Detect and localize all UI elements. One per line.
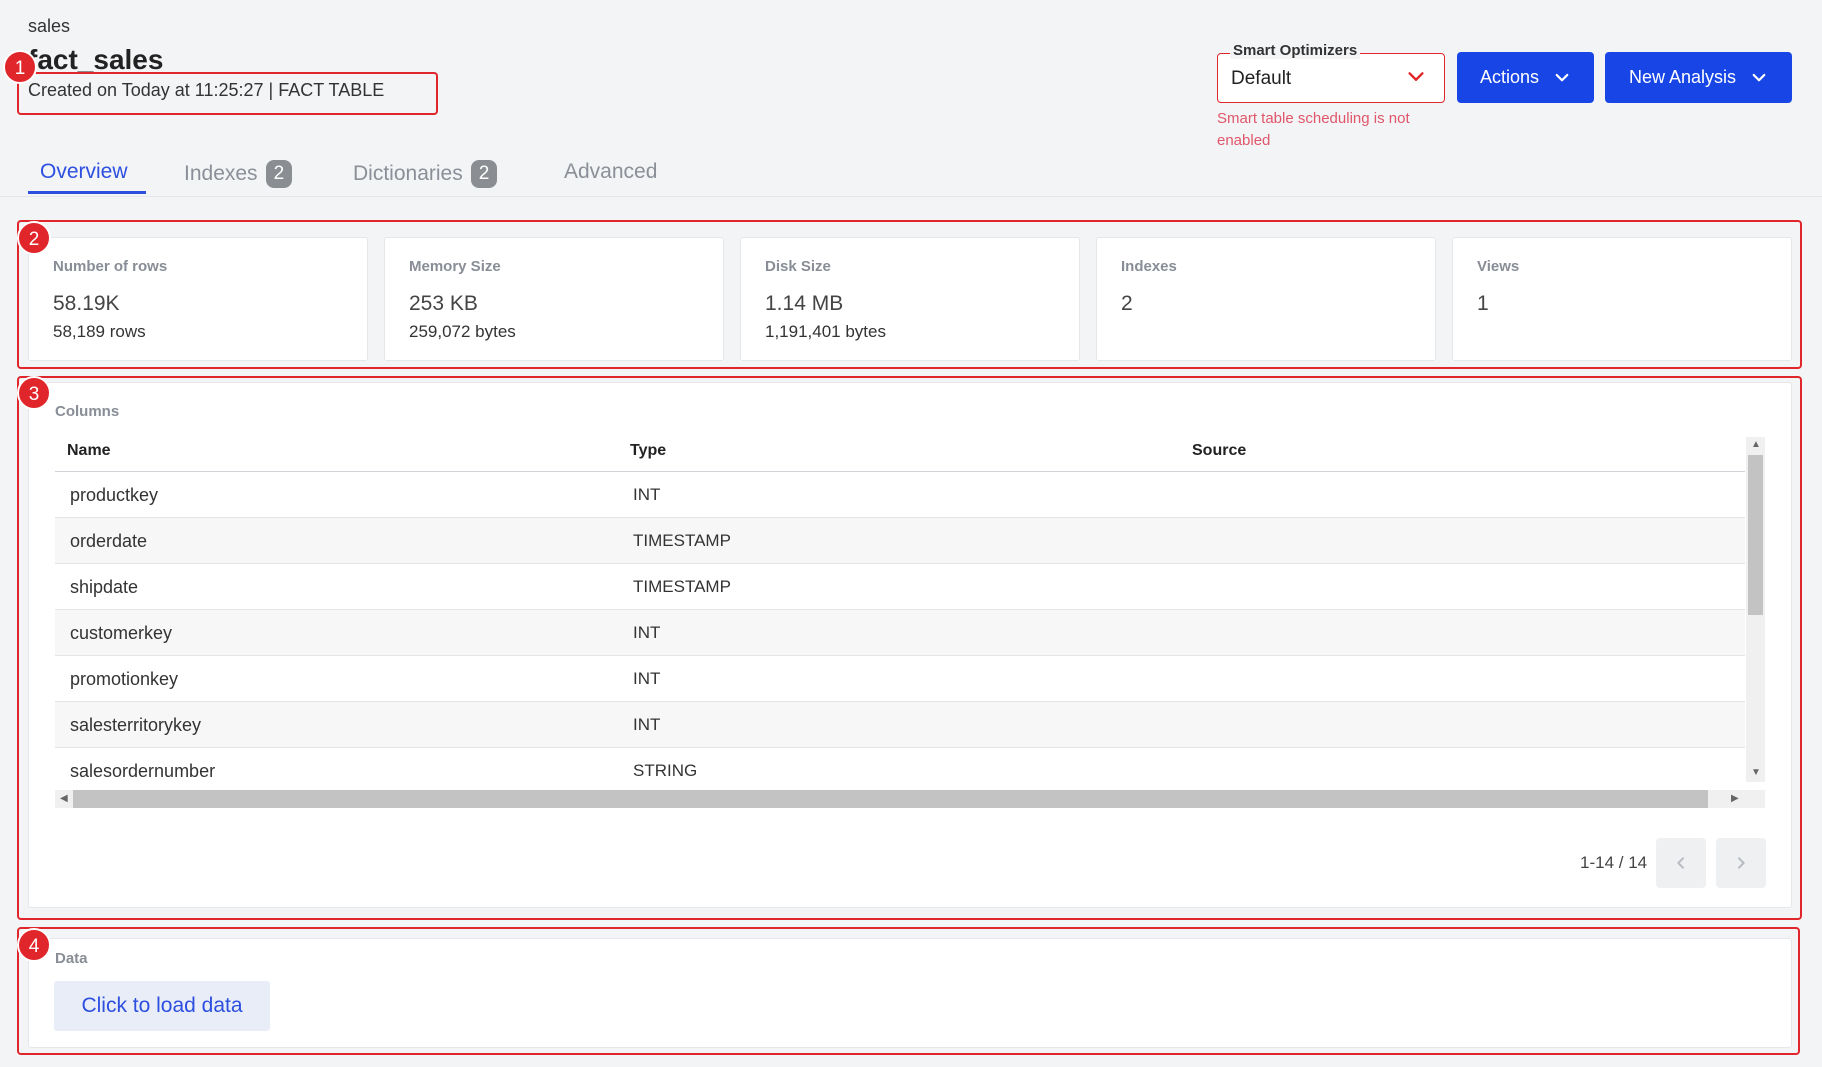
- table-row[interactable]: salesordernumber STRING: [55, 748, 1745, 790]
- column-name-cell: promotionkey: [70, 669, 179, 689]
- stat-value: 58.19K: [53, 292, 120, 315]
- chevron-right-icon: [1738, 857, 1745, 869]
- stat-card-memory: Memory Size 253 KB 259,072 bytes: [384, 237, 724, 361]
- smart-optimizer-value[interactable]: Default: [1231, 68, 1291, 90]
- column-type-cell: INT: [633, 669, 661, 688]
- data-panel: [28, 938, 1792, 1048]
- annotation-marker: 1: [3, 50, 37, 84]
- column-name-cell: productkey: [70, 485, 159, 505]
- tab-dictionaries[interactable]: Dictionaries 2: [353, 160, 498, 188]
- stat-card-disk: Disk Size 1.14 MB 1,191,401 bytes: [740, 237, 1080, 361]
- load-data-button[interactable]: Click to load data: [54, 981, 270, 1031]
- stat-subvalue: 58,189 rows: [53, 322, 146, 341]
- table-row[interactable]: customerkey INT: [55, 610, 1745, 656]
- column-name-cell: salesordernumber: [70, 761, 216, 781]
- column-type-cell: TIMESTAMP: [633, 531, 731, 550]
- tab-label: Overview: [40, 160, 128, 183]
- stat-label: Indexes: [1121, 258, 1177, 275]
- column-header-type[interactable]: Type: [630, 442, 666, 460]
- column-type-cell: INT: [633, 485, 661, 504]
- previous-page-button[interactable]: [1656, 838, 1706, 888]
- next-page-button[interactable]: [1716, 838, 1766, 888]
- count-badge: 2: [265, 160, 293, 188]
- table-row[interactable]: promotionkey INT: [55, 656, 1745, 702]
- horizontal-scroll-thumb[interactable]: [73, 790, 1708, 808]
- stat-card-rows: Number of rows 58.19K 58,189 rows: [28, 237, 368, 361]
- pagination-info: 1-14 / 14: [1580, 853, 1648, 872]
- tab-label: Indexes: [184, 162, 258, 185]
- new-analysis-button-label: New Analysis: [1628, 67, 1737, 87]
- stat-value: 2: [1121, 292, 1133, 315]
- columns-section-title: Columns: [55, 403, 120, 420]
- column-type-cell: INT: [633, 715, 661, 734]
- chevron-down-icon: [1752, 73, 1766, 81]
- annotation-marker: 2: [17, 221, 51, 255]
- scroll-up-icon[interactable]: ▲: [1751, 439, 1761, 450]
- new-analysis-button[interactable]: New Analysis: [1605, 52, 1792, 103]
- stat-card-indexes: Indexes 2: [1096, 237, 1436, 361]
- tab-overview[interactable]: Overview: [40, 160, 128, 184]
- vertical-scroll-thumb[interactable]: [1748, 455, 1763, 615]
- column-type-cell: STRING: [633, 761, 698, 780]
- data-section-title: Data: [55, 950, 88, 967]
- stat-subvalue: 259,072 bytes: [409, 322, 516, 341]
- actions-button-label: Actions: [1479, 67, 1540, 87]
- column-name-cell: orderdate: [70, 531, 148, 551]
- actions-button[interactable]: Actions: [1457, 52, 1594, 103]
- horizontal-scrollbar[interactable]: ◀ ▶: [55, 790, 1765, 808]
- table-row[interactable]: productkey INT: [55, 472, 1745, 518]
- chevron-left-icon: [1677, 857, 1684, 869]
- tab-advanced[interactable]: Advanced: [564, 160, 657, 184]
- table-row[interactable]: salesterritorykey INT: [55, 702, 1745, 748]
- scroll-down-icon[interactable]: ▼: [1751, 767, 1761, 778]
- page-title: fact_sales: [28, 44, 164, 75]
- chevron-down-icon[interactable]: [1405, 66, 1427, 88]
- column-header-name[interactable]: Name: [67, 442, 111, 460]
- stat-value: 253 KB: [409, 292, 478, 315]
- column-header-source[interactable]: Source: [1192, 442, 1246, 460]
- stat-label: Memory Size: [409, 258, 501, 275]
- tabs-divider: [0, 196, 1822, 197]
- column-type-cell: TIMESTAMP: [633, 577, 731, 596]
- tab-label: Advanced: [564, 160, 658, 183]
- column-name-cell: salesterritorykey: [70, 715, 202, 735]
- count-badge: 2: [470, 160, 498, 188]
- column-name-cell: shipdate: [70, 577, 139, 597]
- table-row[interactable]: orderdate TIMESTAMP: [55, 518, 1745, 564]
- stat-value: 1: [1477, 292, 1489, 315]
- tab-label: Dictionaries: [353, 162, 463, 185]
- smart-optimizer-help: Smart table scheduling is not enabled: [1217, 110, 1410, 149]
- table-row[interactable]: shipdate TIMESTAMP: [55, 564, 1745, 610]
- scroll-right-icon[interactable]: ▶: [1731, 793, 1739, 804]
- vertical-scrollbar[interactable]: ▲ ▼: [1746, 437, 1765, 782]
- database-name: sales: [28, 16, 71, 36]
- scroll-left-icon[interactable]: ◀: [60, 793, 68, 804]
- column-name-cell: customerkey: [70, 623, 173, 643]
- stat-label: Number of rows: [53, 258, 168, 275]
- stat-value: 1.14 MB: [765, 292, 844, 315]
- stat-label: Views: [1477, 258, 1520, 275]
- stat-label: Disk Size: [765, 258, 831, 275]
- active-tab-indicator: [28, 191, 146, 194]
- smart-optimizer-label: Smart Optimizers: [1230, 42, 1361, 59]
- column-type-cell: INT: [633, 623, 661, 642]
- table-created-info: Created on Today at 11:25:27 | FACT TABL…: [28, 80, 385, 100]
- tab-indexes[interactable]: Indexes 2: [184, 160, 293, 188]
- chevron-down-icon: [1555, 73, 1569, 81]
- annotation-marker: 4: [17, 928, 51, 962]
- stat-card-views: Views 1: [1452, 237, 1792, 361]
- annotation-marker: 3: [17, 376, 51, 410]
- stat-subvalue: 1,191,401 bytes: [765, 322, 886, 341]
